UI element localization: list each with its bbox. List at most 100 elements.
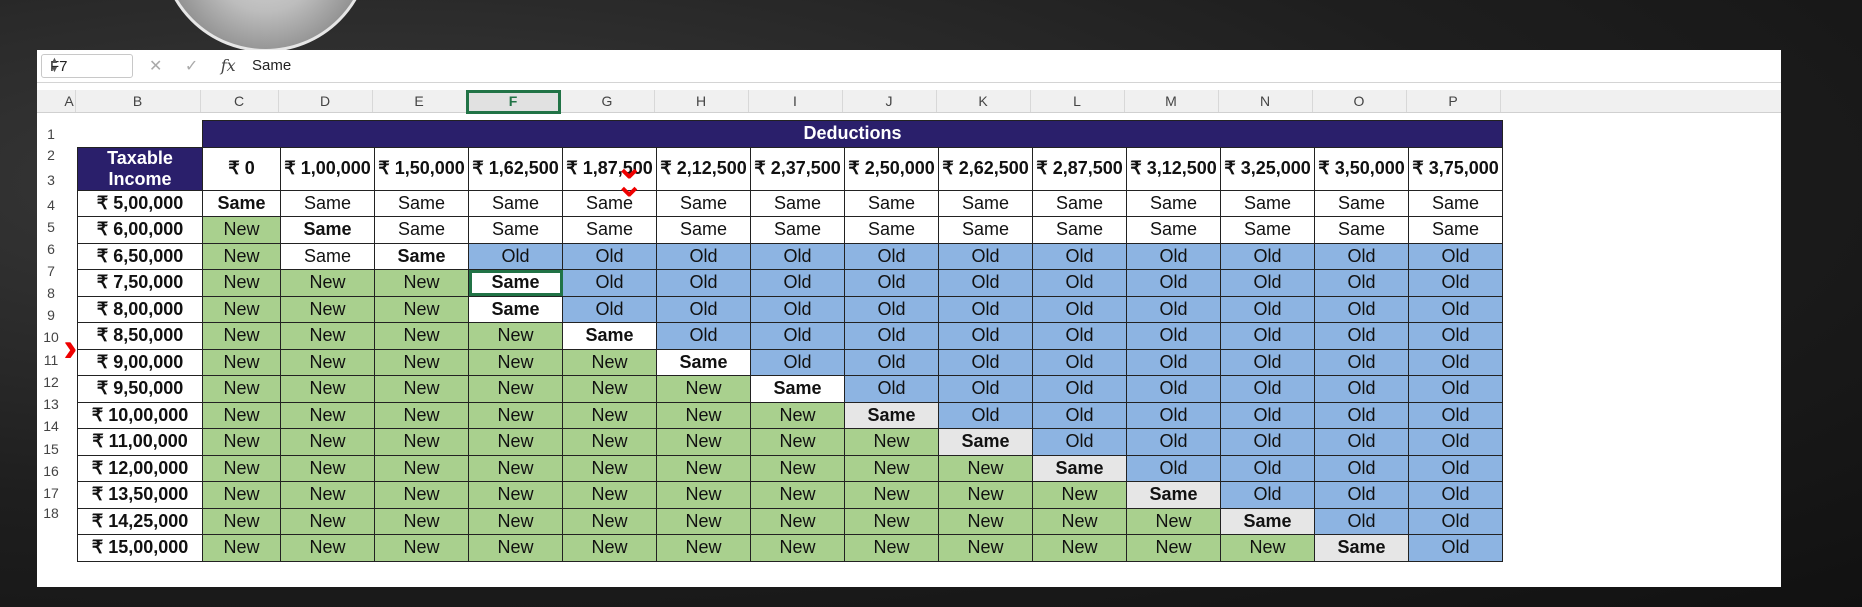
- deduction-amount-header[interactable]: ₹ 1,62,500: [468, 146, 563, 191]
- new-cell[interactable]: New: [374, 269, 469, 297]
- income-cell[interactable]: ₹ 11,00,000: [77, 428, 203, 456]
- new-cell[interactable]: New: [844, 534, 939, 562]
- deduction-amount-header[interactable]: ₹ 3,75,000: [1408, 146, 1503, 191]
- same-cell[interactable]: Same: [562, 216, 657, 244]
- row-header-5[interactable]: 5: [37, 219, 65, 235]
- old-cell[interactable]: Old: [1126, 428, 1221, 456]
- new-cell[interactable]: New: [1032, 481, 1127, 509]
- new-cell[interactable]: New: [750, 401, 845, 429]
- old-cell[interactable]: Old: [1032, 295, 1127, 323]
- column-header-i[interactable]: I: [748, 90, 843, 112]
- income-cell[interactable]: ₹ 13,50,000: [77, 481, 203, 509]
- new-cell[interactable]: New: [468, 481, 563, 509]
- new-cell[interactable]: New: [374, 375, 469, 403]
- deduction-amount-header[interactable]: ₹ 1,00,000: [280, 146, 375, 191]
- same-cell[interactable]: Same: [1314, 216, 1409, 244]
- deduction-amount-header[interactable]: ₹ 3,50,000: [1314, 146, 1409, 191]
- old-cell[interactable]: Old: [1314, 295, 1409, 323]
- old-cell[interactable]: Old: [938, 375, 1033, 403]
- same-cell[interactable]: Same: [656, 348, 751, 376]
- old-cell[interactable]: Old: [844, 322, 939, 350]
- column-header-h[interactable]: H: [654, 90, 749, 112]
- old-cell[interactable]: Old: [1220, 375, 1315, 403]
- new-cell[interactable]: New: [280, 269, 375, 297]
- same-cell[interactable]: Same: [280, 216, 375, 244]
- old-cell[interactable]: Old: [1314, 428, 1409, 456]
- new-cell[interactable]: New: [844, 454, 939, 482]
- new-cell[interactable]: New: [202, 269, 281, 297]
- new-cell[interactable]: New: [562, 534, 657, 562]
- old-cell[interactable]: Old: [562, 242, 657, 270]
- old-cell[interactable]: Old: [1220, 454, 1315, 482]
- column-header-g[interactable]: G: [560, 90, 655, 112]
- taxable-income-header[interactable]: Taxable Income: [77, 146, 203, 191]
- new-cell[interactable]: New: [844, 507, 939, 535]
- column-header-k[interactable]: K: [936, 90, 1031, 112]
- function-icon[interactable]: fx: [221, 56, 236, 75]
- row-header-7[interactable]: 7: [37, 263, 65, 279]
- same-cell[interactable]: Same: [1408, 189, 1503, 217]
- same-cell[interactable]: Same: [1220, 216, 1315, 244]
- old-cell[interactable]: Old: [938, 401, 1033, 429]
- deduction-amount-header[interactable]: ₹ 2,50,000: [844, 146, 939, 191]
- old-cell[interactable]: Old: [750, 295, 845, 323]
- deduction-amount-header[interactable]: ₹ 3,12,500: [1126, 146, 1221, 191]
- column-header-n[interactable]: N: [1218, 90, 1313, 112]
- old-cell[interactable]: Old: [1126, 375, 1221, 403]
- old-cell[interactable]: Old: [1126, 454, 1221, 482]
- new-cell[interactable]: New: [374, 295, 469, 323]
- old-cell[interactable]: Old: [1032, 322, 1127, 350]
- deduction-amount-header[interactable]: ₹ 0: [202, 146, 281, 191]
- new-cell[interactable]: New: [374, 481, 469, 509]
- blank-cell[interactable]: [77, 120, 203, 147]
- row-header-12[interactable]: 12: [37, 374, 65, 390]
- same-cell[interactable]: Same: [374, 189, 469, 217]
- old-cell[interactable]: Old: [1126, 348, 1221, 376]
- row-header-11[interactable]: 11: [37, 352, 65, 368]
- old-cell[interactable]: Old: [1126, 322, 1221, 350]
- new-cell[interactable]: New: [468, 428, 563, 456]
- old-cell[interactable]: Old: [1032, 428, 1127, 456]
- same-cell[interactable]: Same: [280, 189, 375, 217]
- old-cell[interactable]: Old: [1408, 322, 1503, 350]
- new-cell[interactable]: New: [202, 454, 281, 482]
- new-cell[interactable]: New: [468, 454, 563, 482]
- income-cell[interactable]: ₹ 9,50,000: [77, 375, 203, 403]
- old-cell[interactable]: Old: [1408, 481, 1503, 509]
- column-header-e[interactable]: E: [372, 90, 467, 112]
- chevron-updown-icon[interactable]: ▲ ▼: [50, 56, 126, 74]
- same-cell[interactable]: Same: [1126, 481, 1221, 509]
- column-header-j[interactable]: J: [842, 90, 937, 112]
- new-cell[interactable]: New: [374, 401, 469, 429]
- new-cell[interactable]: New: [656, 507, 751, 535]
- same-cell[interactable]: Same: [844, 216, 939, 244]
- new-cell[interactable]: New: [656, 375, 751, 403]
- new-cell[interactable]: New: [280, 454, 375, 482]
- same-cell[interactable]: Same: [1032, 216, 1127, 244]
- row-header-4[interactable]: 4: [37, 197, 65, 213]
- new-cell[interactable]: New: [656, 401, 751, 429]
- new-cell[interactable]: New: [374, 348, 469, 376]
- income-cell[interactable]: ₹ 8,50,000: [77, 322, 203, 350]
- new-cell[interactable]: New: [1126, 507, 1221, 535]
- same-cell[interactable]: Same: [1220, 189, 1315, 217]
- old-cell[interactable]: Old: [1314, 242, 1409, 270]
- old-cell[interactable]: Old: [1220, 322, 1315, 350]
- new-cell[interactable]: New: [202, 375, 281, 403]
- new-cell[interactable]: New: [844, 428, 939, 456]
- new-cell[interactable]: New: [202, 322, 281, 350]
- column-header-o[interactable]: O: [1312, 90, 1407, 112]
- new-cell[interactable]: New: [1032, 507, 1127, 535]
- column-header-l[interactable]: L: [1030, 90, 1125, 112]
- same-cell[interactable]: Same: [202, 189, 281, 217]
- new-cell[interactable]: New: [750, 507, 845, 535]
- new-cell[interactable]: New: [374, 322, 469, 350]
- old-cell[interactable]: Old: [1408, 401, 1503, 429]
- old-cell[interactable]: Old: [1408, 375, 1503, 403]
- old-cell[interactable]: Old: [1408, 242, 1503, 270]
- new-cell[interactable]: New: [374, 454, 469, 482]
- old-cell[interactable]: Old: [1408, 348, 1503, 376]
- column-header-m[interactable]: M: [1124, 90, 1219, 112]
- row-header-9[interactable]: 9: [37, 307, 65, 323]
- row-header-6[interactable]: 6: [37, 241, 65, 257]
